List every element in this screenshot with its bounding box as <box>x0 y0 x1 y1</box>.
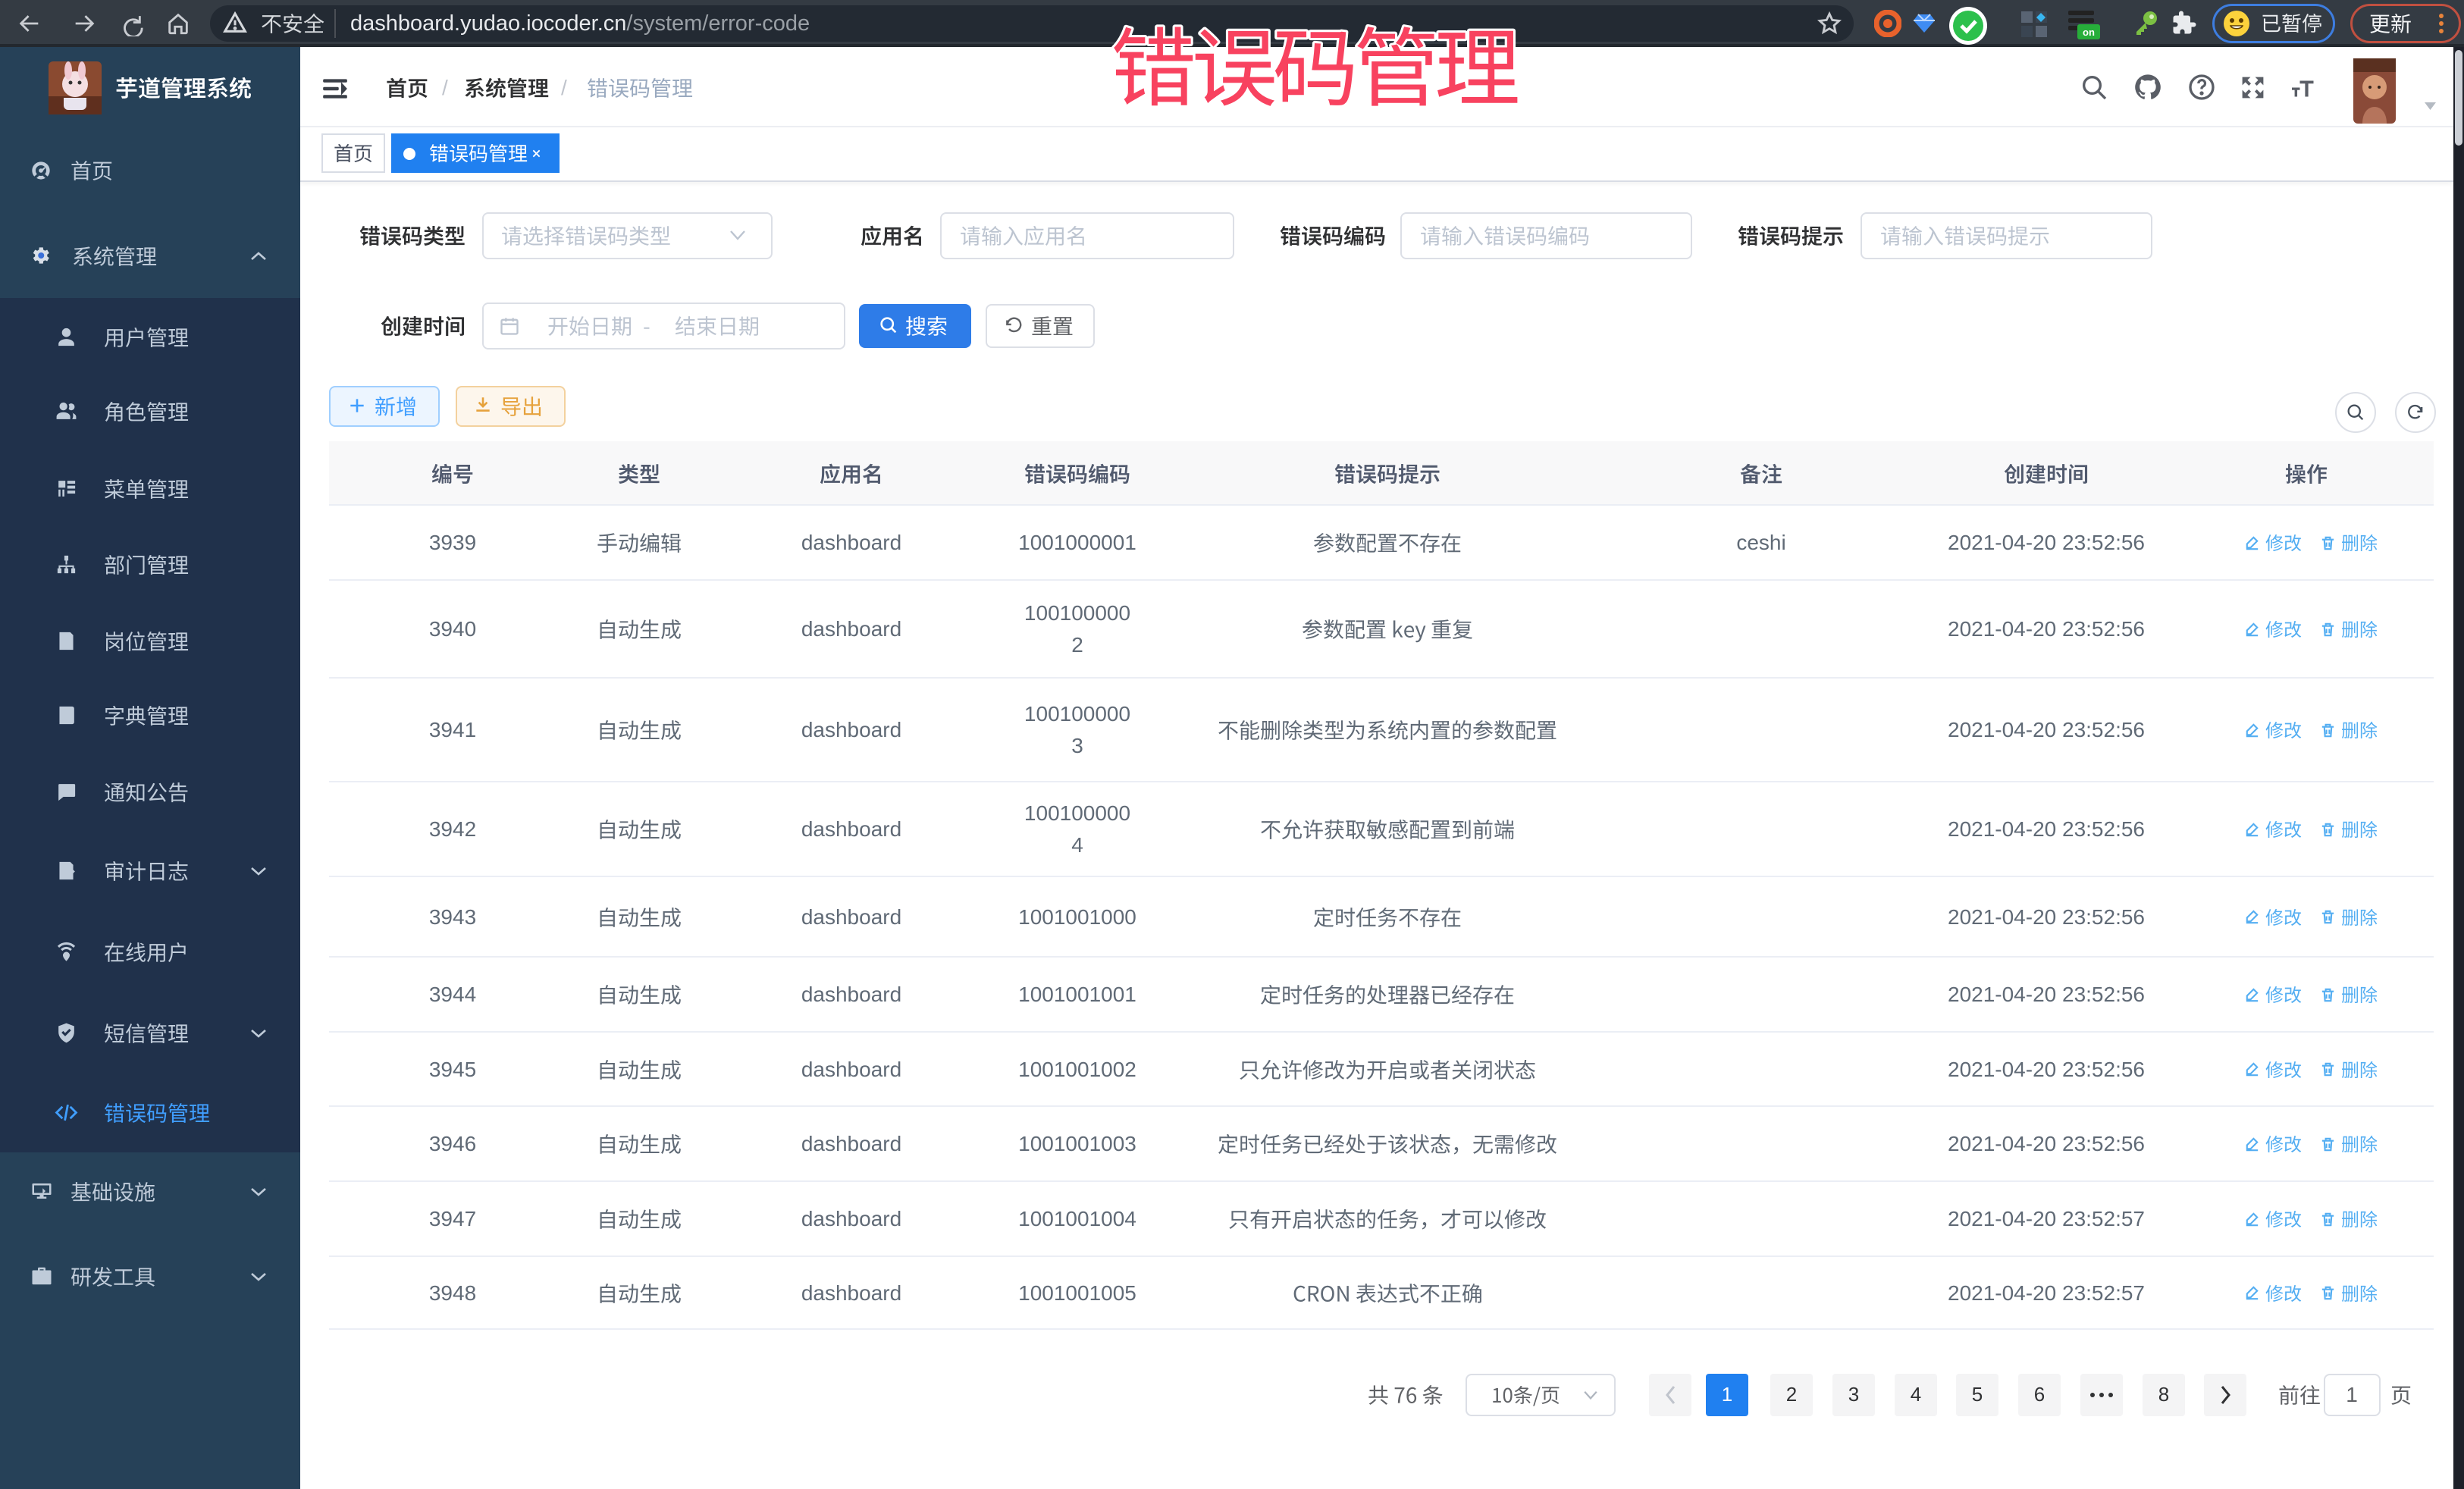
svg-text:on: on <box>2083 27 2095 38</box>
